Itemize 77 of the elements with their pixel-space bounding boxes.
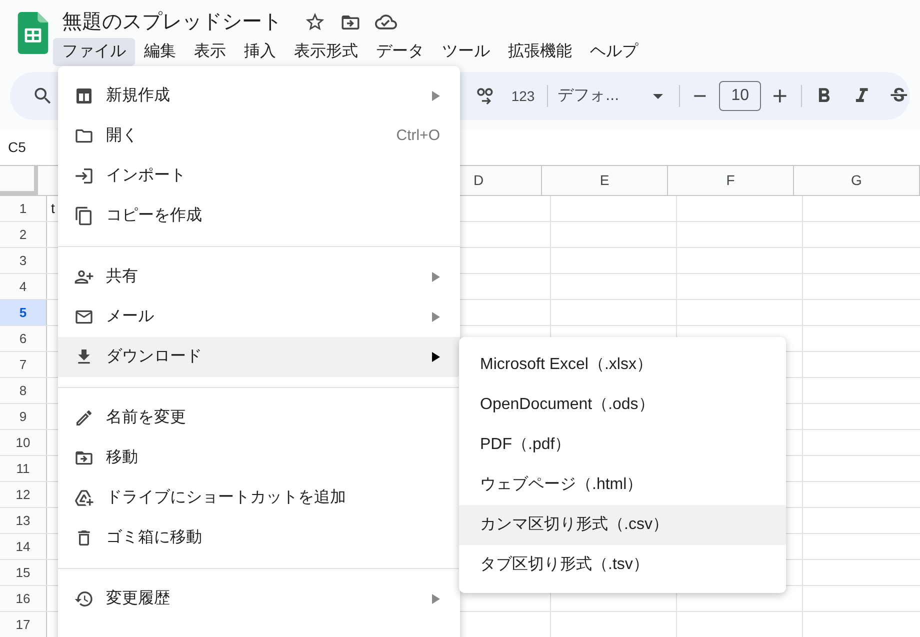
menu-item[interactable]: 移動: [58, 438, 460, 478]
copy-icon: [74, 206, 94, 226]
menu-item-label: メール: [106, 307, 155, 327]
column-header[interactable]: F: [726, 170, 735, 191]
menu-bar-item[interactable]: 表示: [185, 38, 235, 66]
menu-item-label: 名前を変更: [106, 408, 187, 428]
menu-bar-item[interactable]: 表示形式: [285, 38, 367, 66]
column-header[interactable]: E: [600, 170, 610, 191]
row-header[interactable]: 6: [0, 326, 47, 351]
row-header[interactable]: 1: [0, 196, 47, 221]
name-box[interactable]: C5: [8, 137, 26, 158]
submenu-item[interactable]: ウェブページ（.html）: [459, 465, 786, 505]
document-title[interactable]: 無題のスプレッドシート: [62, 7, 282, 37]
menu-item[interactable]: コピーを作成: [58, 196, 460, 236]
row-header[interactable]: 11: [0, 456, 47, 481]
menu-bar-item[interactable]: 編集: [135, 38, 185, 66]
menu-bar-item[interactable]: 挿入: [235, 38, 285, 66]
table-icon: [74, 86, 94, 106]
row-header[interactable]: 10: [0, 430, 47, 455]
history-icon: [74, 589, 94, 609]
column-header[interactable]: D: [473, 170, 484, 191]
row-header[interactable]: 4: [0, 274, 47, 299]
menu-item-label: 新規作成: [106, 86, 171, 106]
menu-item[interactable]: 共有: [58, 257, 460, 297]
menu-item[interactable]: ドライブにショートカットを追加: [58, 478, 460, 518]
menu-item-label: ダウンロード: [106, 347, 203, 367]
menu-item[interactable]: 新規作成: [58, 76, 460, 116]
pencil-icon: [74, 408, 94, 428]
menu-item-label: 変更履歴: [106, 588, 171, 609]
row-header[interactable]: 2: [0, 222, 47, 247]
menu-item-label: ゴミ箱に移動: [106, 528, 203, 548]
menu-item[interactable]: 開く Ctrl+O: [58, 116, 460, 156]
row-header[interactable]: 7: [0, 352, 47, 377]
menu-item[interactable]: 変更履歴: [58, 579, 460, 619]
menu-bar-item[interactable]: ツール: [433, 38, 499, 66]
font-dropdown[interactable]: デフォ...: [558, 84, 669, 108]
menu-item-label: 共有: [106, 266, 139, 287]
submenu-item[interactable]: カンマ区切り形式（.csv）: [459, 505, 786, 545]
menu-item-label: 開く: [106, 126, 139, 146]
number-format-button[interactable]: 123: [511, 86, 535, 106]
menu-bar-item[interactable]: データ: [367, 38, 433, 66]
row-header[interactable]: 17: [0, 612, 47, 637]
font-size-field[interactable]: 10: [719, 81, 761, 111]
menu-item-label: 移動: [106, 448, 139, 468]
menu-item-label: インポート: [106, 166, 187, 186]
decimal-arrow-icon[interactable]: [477, 86, 494, 106]
row-header[interactable]: 13: [0, 508, 47, 533]
import-icon: [74, 166, 94, 186]
menu-item[interactable]: 名前を変更: [58, 398, 460, 438]
caret-icon: [652, 94, 663, 98]
menu-item[interactable]: メール: [58, 297, 460, 337]
submenu-item[interactable]: PDF（.pdf）: [459, 425, 786, 465]
row-header[interactable]: 8: [0, 378, 47, 403]
menu-bar-item[interactable]: ファイル: [53, 38, 135, 66]
menu-item[interactable]: インポート: [58, 156, 460, 196]
menu-bar-item[interactable]: ヘルプ: [581, 38, 647, 66]
menu-item-label: コピーを作成: [106, 206, 203, 226]
row-header[interactable]: 15: [0, 560, 47, 585]
star-icon[interactable]: [304, 11, 326, 33]
row-header[interactable]: 3: [0, 248, 47, 273]
submenu-item[interactable]: OpenDocument（.ods）: [459, 385, 786, 425]
menu-item[interactable]: ダウンロード: [58, 337, 460, 377]
sheets-logo-icon[interactable]: [16, 12, 50, 54]
submenu-item[interactable]: Microsoft Excel（.xlsx）: [459, 345, 786, 385]
menu-item-label: ドライブにショートカットを追加: [106, 488, 347, 508]
row-header[interactable]: 14: [0, 534, 47, 559]
drive-add-icon: [74, 488, 94, 508]
submenu-item[interactable]: タブ区切り形式（.tsv）: [459, 545, 786, 585]
shortcut-label: Ctrl+O: [396, 126, 440, 146]
row-header[interactable]: 16: [0, 586, 47, 611]
menu-item[interactable]: ゴミ箱に移動: [58, 518, 460, 558]
column-header[interactable]: G: [851, 170, 862, 191]
row-header[interactable]: 5: [0, 300, 47, 325]
row-header[interactable]: 12: [0, 482, 47, 507]
row-header[interactable]: 9: [0, 404, 47, 429]
menu-bar-item[interactable]: 拡張機能: [499, 38, 581, 66]
cell-text: t: [51, 199, 55, 218]
